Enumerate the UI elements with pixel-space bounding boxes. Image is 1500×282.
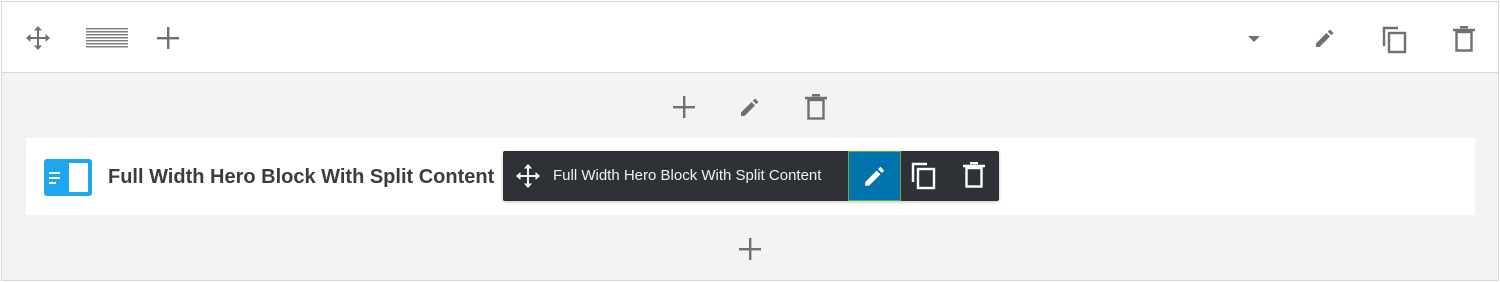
block-title: Full Width Hero Block With Split Content [108, 166, 495, 188]
layout-icon[interactable] [86, 28, 128, 48]
page-builder-row: Full Width Hero Block With Split Content… [1, 1, 1499, 281]
edit-button[interactable] [848, 151, 901, 201]
block-toolbar: Full Width Hero Block With Split Content [503, 151, 999, 201]
duplicate-icon[interactable] [911, 162, 937, 190]
add-icon[interactable] [738, 237, 762, 261]
chevron-down-icon[interactable] [1247, 35, 1261, 43]
edit-icon[interactable] [738, 95, 762, 119]
delete-icon[interactable] [963, 162, 985, 188]
row-toolbar [2, 2, 1498, 73]
block-toolbar-label: Full Width Hero Block With Split Content [553, 167, 822, 184]
edit-icon [862, 163, 888, 189]
move-icon[interactable] [516, 164, 540, 188]
add-icon[interactable] [672, 95, 696, 119]
edit-icon[interactable] [1313, 26, 1337, 50]
delete-icon[interactable] [1453, 26, 1475, 52]
move-icon[interactable] [26, 26, 50, 50]
delete-icon[interactable] [805, 94, 827, 120]
duplicate-icon[interactable] [1382, 26, 1408, 54]
hero-block-icon [44, 159, 92, 196]
add-icon[interactable] [156, 26, 180, 50]
